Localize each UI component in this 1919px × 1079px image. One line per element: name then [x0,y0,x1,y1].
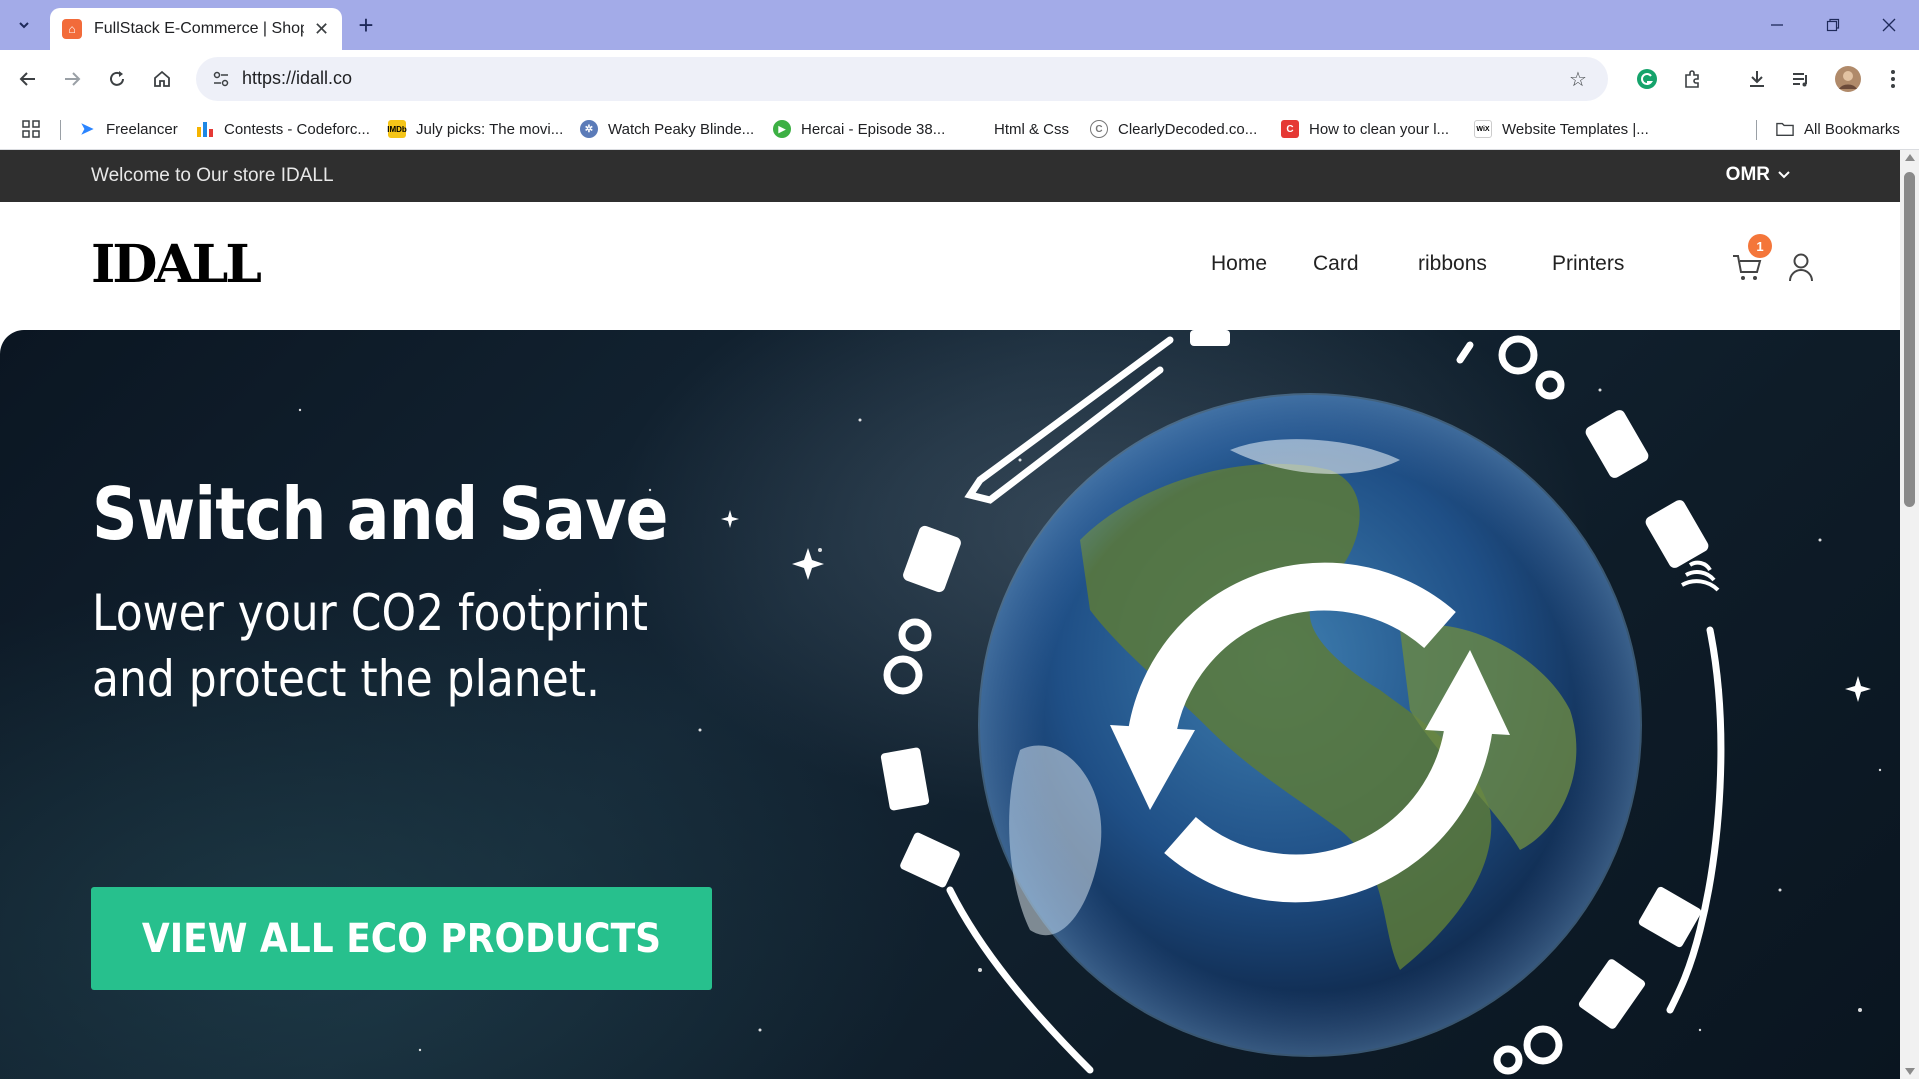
bookmark-clearlydecoded[interactable]: C ClearlyDecoded.co... [1090,117,1257,141]
bookmark-label: Freelancer [106,120,178,138]
hero-banner: Switch and Save Lower your CO2 footprint… [0,330,1900,1079]
imdb-icon: IMDb [387,120,407,138]
scroll-up-arrow-icon[interactable] [1905,154,1915,161]
home-button[interactable] [146,63,178,95]
restore-button[interactable] [1805,0,1861,50]
bookmark-label: Website Templates |... [1502,120,1649,138]
view-eco-products-button[interactable]: VIEW ALL ECO PRODUCTS [91,887,712,990]
scroll-down-arrow-icon[interactable] [1905,1068,1915,1075]
minimize-button[interactable] [1749,0,1805,50]
nav-card[interactable]: Card [1313,252,1359,276]
chevron-down-icon [1778,168,1790,182]
currency-selector[interactable]: OMR [1726,164,1790,186]
store-favicon-icon: ⌂ [62,19,82,39]
bookmark-freelancer[interactable]: ➤ Freelancer [78,117,178,141]
download-icon[interactable] [1741,63,1773,95]
bookmark-label: July picks: The movi... [416,120,564,138]
page-viewport: Welcome to Our store IDALL OMR IDALL Hom… [0,150,1900,1079]
new-tab-button[interactable]: + [350,9,382,41]
reload-button[interactable] [101,63,133,95]
announcement-text: Welcome to Our store IDALL [91,165,334,186]
wix-icon: WiX [1474,120,1492,138]
all-bookmarks-label: All Bookmarks [1804,120,1900,138]
bookmarks-separator [60,120,61,140]
bookmark-label: Hercai - Episode 38... [801,120,946,138]
user-account-icon[interactable] [1784,250,1818,284]
page-scrollbar[interactable] [1900,150,1919,1079]
nav-printers[interactable]: Printers [1552,252,1624,276]
clearlydecoded-icon: C [1090,120,1108,138]
cleaning-site-icon: C [1281,120,1299,138]
bookmark-label: Contests - Codeforc... [224,120,370,138]
bookmark-label: Html & Css [994,120,1069,138]
cta-label: VIEW ALL ECO PRODUCTS [141,915,662,962]
back-button[interactable] [12,63,44,95]
bookmark-codeforces[interactable]: Contests - Codeforc... [196,117,370,141]
bookmark-peaky-blinders[interactable]: ✲ Watch Peaky Blinde... [580,117,754,141]
extensions-icon[interactable] [1676,63,1708,95]
tab-title: FullStack E-Commerce | Shop U [94,20,304,37]
bookmark-label: Watch Peaky Blinde... [608,120,755,138]
grammarly-extension-icon[interactable] [1631,63,1663,95]
hero-title: Switch and Save [92,472,669,556]
hero-subtitle-line-1: Lower your CO2 footprint [92,584,649,642]
currency-label: OMR [1725,164,1770,185]
url-text: https://idall.co [242,68,353,88]
movie-site-icon: ✲ [580,120,598,138]
codeforces-icon [196,120,214,138]
folder-icon [1776,120,1794,138]
bookmark-how-to-clean[interactable]: C How to clean your l... [1281,117,1449,141]
profile-avatar[interactable] [1832,63,1864,95]
hero-subtitle-line-2: and protect the planet. [92,650,601,708]
bookmarks-separator [1756,120,1757,140]
bookmark-label: How to clean your l... [1309,120,1450,138]
close-tab-icon[interactable]: ✕ [314,19,329,40]
tab-search-icon[interactable] [8,9,40,41]
nav-home[interactable]: Home [1211,252,1267,276]
play-icon: ▶ [773,120,791,138]
nav-ribbons[interactable]: ribbons [1418,252,1487,276]
bookmark-hercai[interactable]: ▶ Hercai - Episode 38... [773,117,945,141]
browser-titlebar: ⌂ FullStack E-Commerce | Shop U ✕ + [0,0,1919,50]
site-info-icon[interactable] [206,64,236,94]
all-bookmarks-button[interactable]: All Bookmarks [1776,117,1900,141]
browser-toolbar: https://idall.co ☆ [0,50,1919,108]
close-window-button[interactable] [1861,0,1917,50]
forward-button[interactable] [56,63,88,95]
apps-grid-icon[interactable] [22,117,40,141]
freelancer-icon: ➤ [80,121,94,138]
bookmark-html-css[interactable]: Html & Css [994,117,1069,141]
announcement-bar: Welcome to Our store IDALL OMR [0,150,1900,202]
browser-tab[interactable]: ⌂ FullStack E-Commerce | Shop U ✕ [50,8,342,50]
address-bar[interactable]: https://idall.co ☆ [196,57,1608,101]
bookmarks-bar: ➤ Freelancer Contests - Codeforc... IMDb… [0,108,1919,150]
bookmark-star-icon[interactable]: ☆ [1564,65,1592,93]
site-header: IDALL Home Card ribbons Printers 1 [0,202,1900,330]
cart-count-badge: 1 [1748,234,1772,258]
scroll-thumb[interactable] [1904,172,1915,507]
chrome-menu-icon[interactable] [1877,63,1909,95]
bookmark-website-templates[interactable]: WiX Website Templates |... [1474,117,1649,141]
bookmark-label: ClearlyDecoded.co... [1118,120,1258,138]
bookmark-imdb[interactable]: IMDb July picks: The movi... [387,117,564,141]
media-control-icon[interactable] [1785,63,1817,95]
site-logo[interactable]: IDALL [91,239,262,291]
hero-subtitle: Lower your CO2 footprint and protect the… [92,580,648,712]
